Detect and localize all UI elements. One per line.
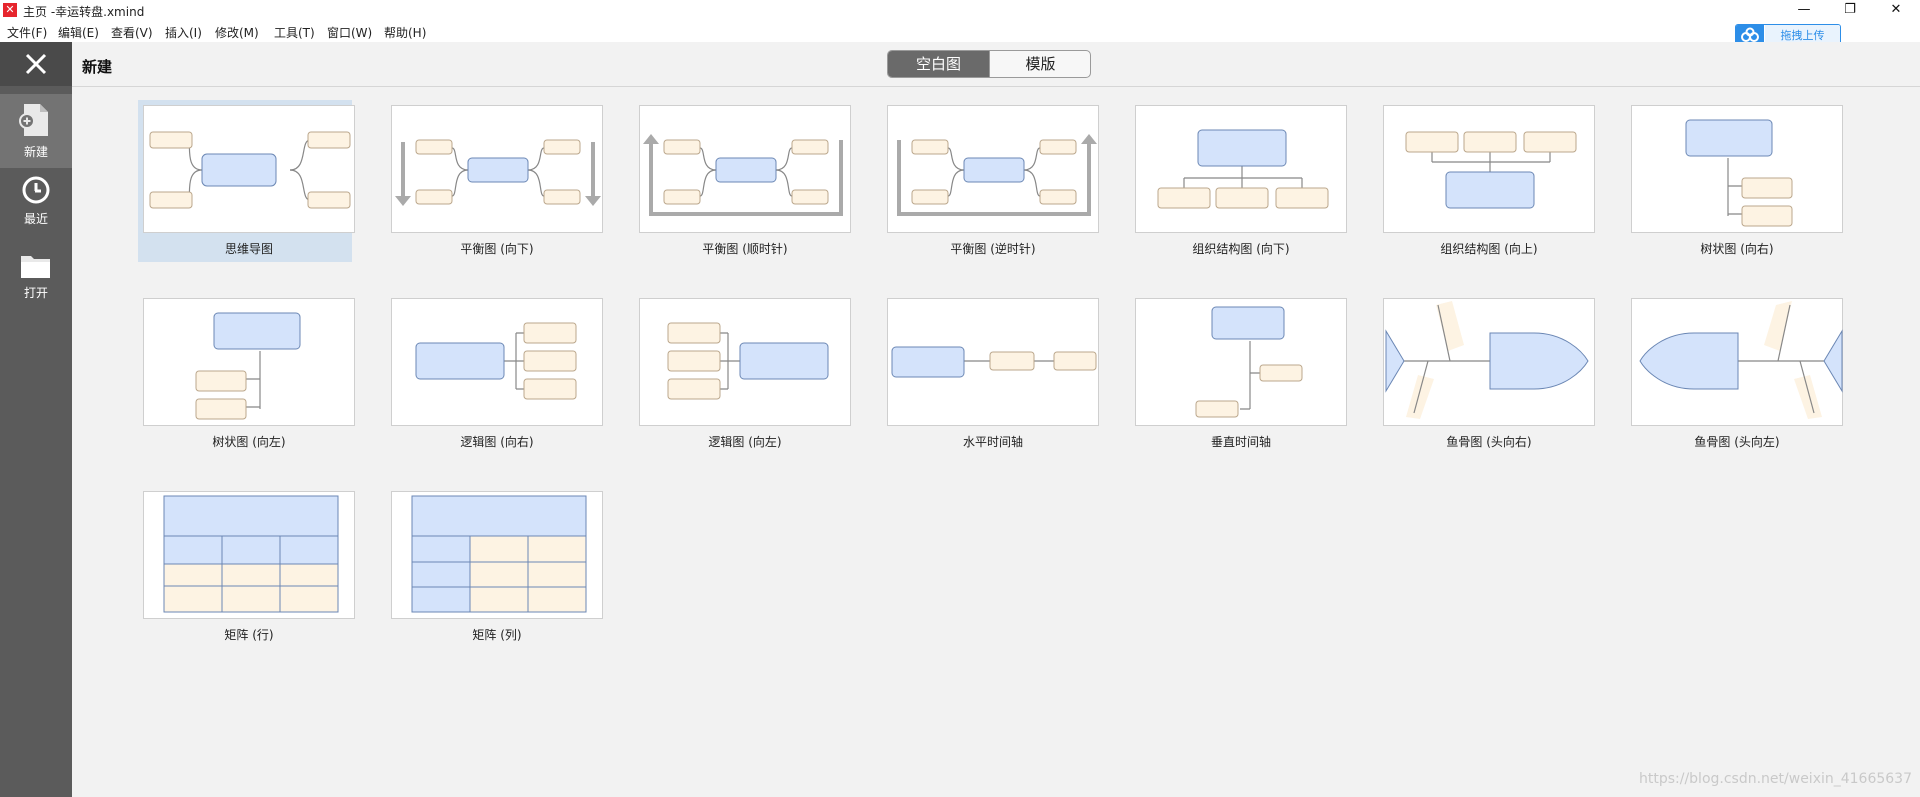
window-title: 主页 -幸运转盘.xmind: [23, 5, 145, 19]
template-thumbnail: [1631, 105, 1843, 233]
close-home-button[interactable]: [0, 42, 72, 86]
minimize-button[interactable]: —: [1781, 0, 1827, 22]
template-thumbnail: [639, 298, 851, 426]
template-label: 组织结构图 (向上): [1440, 242, 1538, 256]
sidebar-item-recent[interactable]: 最近: [0, 170, 72, 244]
template-card-fishbone-right[interactable]: 鱼骨图 (头向右): [1378, 293, 1595, 455]
close-icon: [25, 53, 47, 75]
xmind-logo-icon: ✕: [3, 3, 17, 17]
watermark: https://blog.csdn.net/weixin_41665637: [1638, 771, 1912, 787]
template-card-tree-left[interactable]: 树状图 (向左): [138, 293, 355, 455]
maximize-button[interactable]: ❐: [1827, 0, 1873, 22]
org-chart-down-preview: [1157, 129, 1329, 209]
logic-left-preview: [667, 322, 829, 400]
title-bar: ✕ 主页 -幸运转盘.xmind — ❐ ✕: [0, 0, 1920, 22]
menu-edit[interactable]: 编辑(E): [58, 24, 99, 41]
template-label: 水平时间轴: [962, 435, 1023, 449]
menu-file[interactable]: 文件(F): [7, 24, 47, 41]
template-thumbnail: [887, 105, 1099, 233]
template-thumbnail: [391, 298, 603, 426]
mind-map-preview: [149, 131, 351, 209]
sidebar-item-new[interactable]: 新建: [0, 94, 72, 168]
template-card-matrix-columns[interactable]: 矩阵 (列): [386, 486, 603, 648]
template-card-tree-right[interactable]: 树状图 (向右): [1626, 100, 1843, 262]
balance-down-preview: [395, 139, 601, 206]
sidebar-item-label: 最近: [23, 212, 48, 226]
sidebar: 新建 最近 打开: [0, 42, 72, 797]
template-thumbnail: [1135, 105, 1347, 233]
template-card-balance-clockwise[interactable]: 平衡图 (顺时针): [634, 100, 851, 262]
template-label: 矩阵 (行): [224, 628, 274, 642]
tree-right-preview: [1685, 119, 1793, 227]
sidebar-item-label: 新建: [23, 145, 48, 159]
fishbone-left-preview: [1639, 301, 1843, 419]
template-thumbnail: [391, 491, 603, 619]
menu-insert[interactable]: 插入(I): [165, 24, 202, 41]
template-card-vertical-timeline[interactable]: 垂直时间轴: [1130, 293, 1347, 455]
template-thumbnail: [1631, 298, 1843, 426]
menu-tools[interactable]: 工具(T): [274, 24, 315, 41]
sidebar-item-open[interactable]: 打开: [0, 244, 72, 318]
menu-bar: 文件(F) 编辑(E) 查看(V) 插入(I) 修改(M) 工具(T) 窗口(W…: [0, 22, 1920, 42]
sidebar-item-label: 打开: [23, 286, 48, 300]
template-grid: 思维导图 平衡图 (向下) 平衡图 (顺时针) 平衡图 (逆时针) 组织结构图 …: [72, 88, 1920, 797]
template-card-mind-map[interactable]: 思维导图: [138, 100, 355, 262]
template-label: 思维导图: [224, 242, 273, 256]
template-thumbnail: [1383, 105, 1595, 233]
org-chart-up-preview: [1405, 131, 1577, 209]
template-thumbnail: [391, 105, 603, 233]
template-label: 树状图 (向左): [212, 435, 286, 449]
template-card-matrix-rows[interactable]: 矩阵 (行): [138, 486, 355, 648]
template-thumbnail: [143, 491, 355, 619]
page-header: 新建 空白图 模版: [72, 42, 1920, 87]
template-thumbnail: [1383, 298, 1595, 426]
template-label: 平衡图 (逆时针): [950, 242, 1036, 256]
template-label: 鱼骨图 (头向左): [1694, 435, 1780, 449]
template-card-balance-down[interactable]: 平衡图 (向下): [386, 100, 603, 262]
template-card-horizontal-timeline[interactable]: 水平时间轴: [882, 293, 1099, 455]
template-card-logic-right[interactable]: 逻辑图 (向右): [386, 293, 603, 455]
template-card-org-chart-down[interactable]: 组织结构图 (向下): [1130, 100, 1347, 262]
new-file-icon: [19, 104, 48, 136]
fishbone-right-preview: [1385, 301, 1589, 419]
template-thumbnail: [143, 105, 355, 233]
matrix-rows-preview: [163, 495, 339, 613]
tab-switcher: 空白图 模版: [887, 50, 1091, 78]
template-thumbnail: [1135, 298, 1347, 426]
matrix-columns-preview: [411, 495, 587, 613]
menu-view[interactable]: 查看(V): [111, 24, 153, 41]
template-label: 垂直时间轴: [1210, 435, 1271, 449]
template-label: 平衡图 (向下): [460, 242, 534, 256]
template-label: 树状图 (向右): [1700, 242, 1774, 256]
tab-blank-map[interactable]: 空白图: [888, 51, 989, 77]
page-title: 新建: [82, 58, 113, 76]
balance-clockwise-preview: [643, 134, 843, 216]
template-thumbnail: [639, 105, 851, 233]
tree-left-preview: [195, 312, 301, 420]
template-label: 矩阵 (列): [472, 628, 522, 642]
template-label: 鱼骨图 (头向右): [1446, 435, 1532, 449]
template-label: 逻辑图 (向左): [708, 435, 782, 449]
close-window-button[interactable]: ✕: [1873, 0, 1919, 22]
template-card-balance-counterclockwise[interactable]: 平衡图 (逆时针): [882, 100, 1099, 262]
horizontal-timeline-preview: [891, 346, 1097, 378]
template-thumbnail: [143, 298, 355, 426]
menu-help[interactable]: 帮助(H): [384, 24, 426, 41]
tab-templates[interactable]: 模版: [989, 51, 1090, 77]
template-thumbnail: [887, 298, 1099, 426]
template-label: 逻辑图 (向右): [460, 435, 534, 449]
template-card-fishbone-left[interactable]: 鱼骨图 (头向左): [1626, 293, 1843, 455]
balance-counterclockwise-preview: [897, 134, 1097, 216]
menu-window[interactable]: 窗口(W): [327, 24, 372, 41]
template-card-logic-left[interactable]: 逻辑图 (向左): [634, 293, 851, 455]
template-label: 平衡图 (顺时针): [702, 242, 788, 256]
logic-right-preview: [415, 322, 577, 400]
menu-modify[interactable]: 修改(M): [215, 24, 259, 41]
vertical-timeline-preview: [1195, 306, 1303, 418]
template-label: 组织结构图 (向下): [1192, 242, 1290, 256]
template-card-org-chart-up[interactable]: 组织结构图 (向上): [1378, 100, 1595, 262]
